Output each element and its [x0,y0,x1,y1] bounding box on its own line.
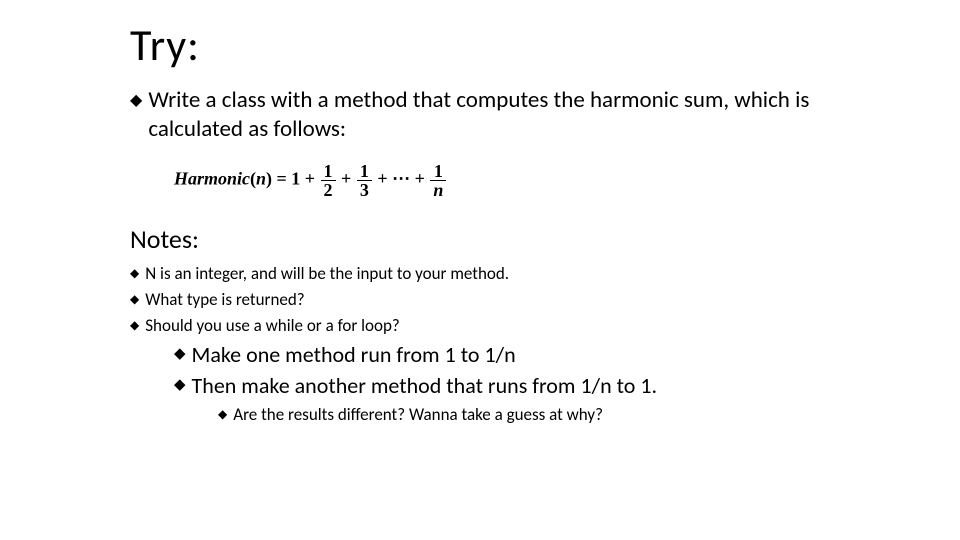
main-bullet: ◆ Write a class with a method that compu… [130,86,900,144]
notes-heading: Notes: [130,223,900,255]
followup-question: ◆ Are the results different? Wanna take … [218,404,900,426]
fraction-1-2: 12 [321,162,336,199]
slide: Try: ◆ Write a class with a method that … [0,0,960,426]
note-item-1: ◆ N is an integer, and will be the input… [130,263,900,285]
note-item-3: ◆ Should you use a while or a for loop? [130,315,900,337]
diamond-bullet-icon: ◆ [130,86,142,110]
note-text: Should you use a while or a for loop? [145,315,400,337]
diamond-bullet-icon: ◆ [218,404,227,421]
main-bullet-text: Write a class with a method that compute… [148,86,900,144]
diamond-bullet-icon: ◆ [130,263,139,280]
sub-method-2: ◆ Then make another method that runs fro… [174,372,900,400]
fraction-1-n: 1n [430,162,446,199]
note-text: What type is returned? [145,289,304,311]
sub-method-text: Make one method run from 1 to 1/n [192,341,516,369]
harmonic-formula: Harmonic(n) = 1 + 12 + 13 + ⋯ + 1n [174,162,900,199]
followup-text: Are the results different? Wanna take a … [233,404,603,426]
sub-method-text: Then make another method that runs from … [192,372,658,400]
diamond-bullet-icon: ◆ [174,372,186,394]
diamond-bullet-icon: ◆ [130,289,139,306]
slide-title: Try: [130,18,900,72]
diamond-bullet-icon: ◆ [130,315,139,332]
ellipsis: ⋯ [392,168,410,188]
formula-name: Harmonic [174,168,250,188]
note-text: N is an integer, and will be the input t… [145,263,509,285]
diamond-bullet-icon: ◆ [174,341,186,363]
note-item-2: ◆ What type is returned? [130,289,900,311]
sub-method-1: ◆ Make one method run from 1 to 1/n [174,341,900,369]
fraction-1-3: 13 [357,162,372,199]
